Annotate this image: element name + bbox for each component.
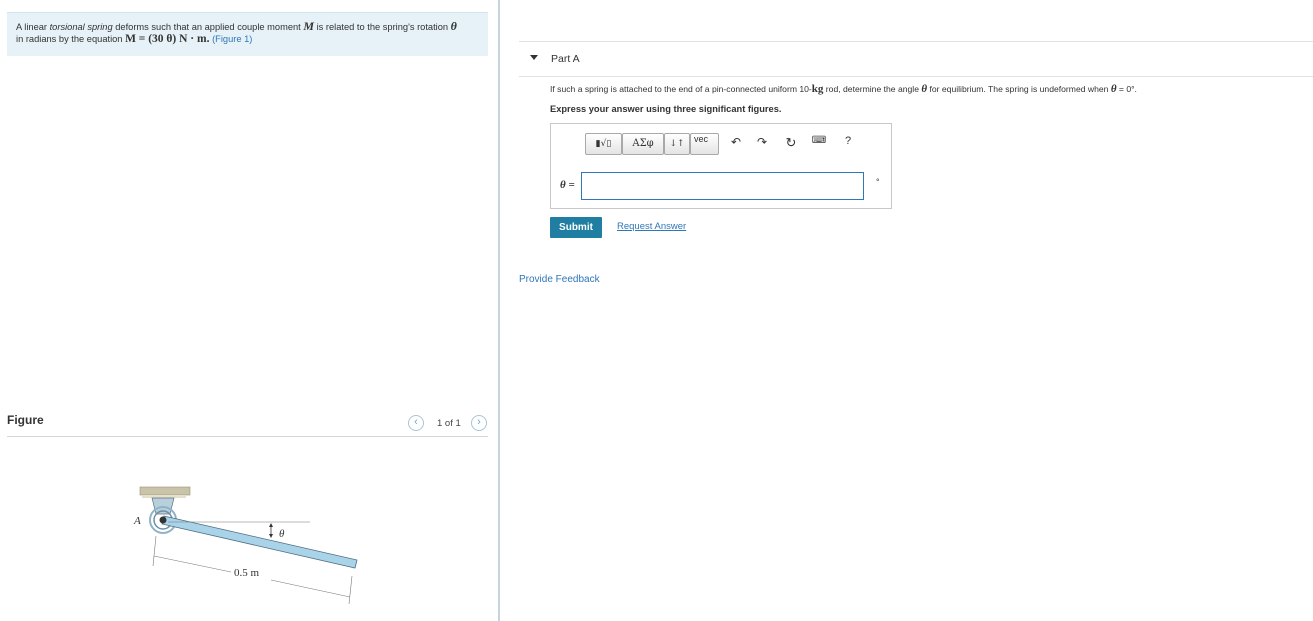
part-title: Part A — [551, 53, 580, 65]
problem-text-5: in radians by the equation — [16, 34, 126, 44]
dim-ext-right — [348, 575, 353, 605]
submit-button[interactable]: Submit — [550, 217, 602, 238]
pin — [159, 516, 167, 524]
dimension-line-right — [270, 579, 351, 598]
rod — [161, 515, 358, 569]
templates-button[interactable]: ▮√▯ — [585, 133, 622, 155]
chevron-right-icon: › — [477, 416, 481, 428]
figure-pager: ‹ 1 of 1 › — [408, 415, 488, 433]
support-plate — [142, 495, 186, 498]
arrows-button[interactable]: ↓↑ — [664, 133, 690, 155]
dim-ext-left — [152, 535, 157, 567]
problem-equation: M = (30 θ) N · m. — [125, 33, 210, 45]
problem-statement: A linear torsional spring deforms such t… — [7, 12, 488, 56]
reset-icon[interactable]: ↻ — [782, 135, 800, 151]
angle-arrowhead-down — [269, 534, 273, 538]
dimension-line-left — [153, 555, 232, 573]
left-pane: A linear torsional spring deforms such t… — [0, 0, 498, 621]
question-part-3: for equilibrium. The spring is undeforme… — [927, 84, 1111, 94]
figure-label: Figure — [7, 413, 44, 427]
vector-button[interactable]: vec — [690, 133, 719, 155]
part-a-header[interactable]: Part A — [519, 41, 1313, 77]
instruction-text: Express your answer using three signific… — [550, 104, 782, 114]
answer-unit: ° — [876, 177, 880, 187]
greek-symbols-button[interactable]: ΑΣφ — [622, 133, 664, 155]
wall-support — [139, 486, 191, 496]
question-unit: kg — [811, 83, 824, 95]
variable-theta: θ — [450, 19, 457, 33]
figure-link[interactable]: (Figure 1) — [212, 34, 252, 44]
angle-arrowhead-up — [269, 523, 273, 527]
answer-input[interactable] — [581, 172, 864, 200]
problem-term: torsional spring — [49, 22, 113, 32]
help-button[interactable]: ? — [839, 135, 857, 147]
length-label: 0.5 m — [234, 567, 260, 579]
undo-icon[interactable]: ↶ — [727, 135, 745, 149]
question-text: If such a spring is attached to the end … — [550, 83, 1137, 95]
prev-figure-button[interactable]: ‹ — [408, 415, 424, 431]
figure-divider — [7, 436, 488, 437]
problem-text-3: deforms such that an applied couple mome… — [112, 22, 304, 32]
pager-count: 1 of 1 — [437, 418, 461, 429]
answer-panel: ▮√▯ ΑΣφ ↓↑ vec ↶ ↷ ↻ ⌨ ? θ = ° — [550, 123, 892, 209]
next-figure-button[interactable]: › — [471, 415, 487, 431]
provide-feedback-link[interactable]: Provide Feedback — [519, 274, 600, 285]
answer-variable-label: θ = — [560, 179, 575, 191]
angle-label: θ — [279, 528, 285, 540]
point-a-label: A — [133, 515, 141, 527]
problem-text-1: A linear — [16, 22, 50, 32]
answer-variable-text: θ = — [560, 179, 575, 191]
redo-icon[interactable]: ↷ — [753, 135, 771, 149]
question-part-1: If such a spring is attached to the end … — [550, 84, 812, 94]
problem-text-4: is related to the spring's rotation — [314, 22, 451, 32]
chevron-left-icon: ‹ — [414, 416, 418, 428]
keyboard-icon[interactable]: ⌨ — [810, 135, 828, 146]
caret-down-icon[interactable] — [530, 55, 538, 60]
request-answer-link[interactable]: Request Answer — [617, 221, 686, 232]
question-part-2: rod, determine the angle — [823, 84, 922, 94]
question-part-4: = 0°. — [1116, 84, 1137, 94]
variable-m: M — [303, 19, 315, 33]
figure-diagram: θ A 0.5 m — [133, 486, 358, 605]
